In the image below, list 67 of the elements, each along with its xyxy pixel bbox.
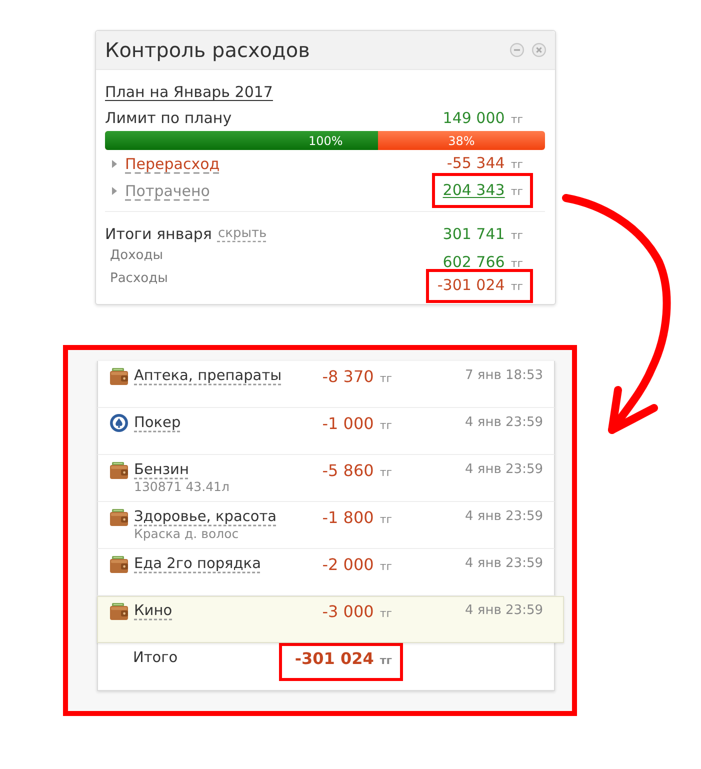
breakdown-label: Доходы xyxy=(110,247,164,265)
note-text: Краска д. волос xyxy=(134,526,239,542)
category-link[interactable]: Аптека, препараты xyxy=(134,367,282,385)
minimize-icon[interactable] xyxy=(510,43,524,57)
wallet-icon xyxy=(110,367,128,385)
total-label: Итого xyxy=(133,649,179,667)
amount-text: -301 024 xyxy=(294,649,374,668)
widget-title: Контроль расходов xyxy=(105,38,311,62)
date-text: 4 янв 23:59 xyxy=(464,555,543,573)
amount-text: -8 370 xyxy=(322,367,374,386)
amount-link[interactable]: 204 343 xyxy=(442,181,505,199)
amount-text: -301 024 xyxy=(437,276,505,294)
currency-text: тг xyxy=(510,112,523,126)
detail-link[interactable]: Перерасход xyxy=(125,154,220,172)
wallet-icon xyxy=(110,602,128,620)
date-text: 4 янв 23:59 xyxy=(464,461,543,479)
amount-text: -2 000 xyxy=(322,555,374,574)
currency-text: тг xyxy=(380,560,392,573)
category-link[interactable]: Покер xyxy=(134,414,181,432)
percent-label: 38% xyxy=(448,134,475,148)
caret-icon[interactable] xyxy=(112,160,117,168)
transaction-row[interactable]: Покер -1 000 тг 4 янв 23:59 xyxy=(97,408,555,455)
currency-text: тг xyxy=(380,419,392,432)
detail-link[interactable]: Потрачено xyxy=(125,182,210,200)
transaction-row[interactable]: Кино -3 000 тг 4 янв 23:59 xyxy=(97,596,564,643)
date-text: 7 янв 18:53 xyxy=(464,367,543,385)
amount-text: -1 800 xyxy=(322,508,374,527)
amount-text: -3 000 xyxy=(322,602,374,621)
currency-text: тг xyxy=(380,513,392,526)
amount-text: -1 000 xyxy=(322,414,374,433)
category-link[interactable]: Бензин xyxy=(134,461,189,479)
limit-label: Лимит по плану xyxy=(105,109,232,127)
currency-text: тг xyxy=(380,466,392,479)
transaction-row[interactable]: Аптека, препараты -8 370 тг 7 янв 18:53 xyxy=(97,361,555,408)
percent-label: 100% xyxy=(308,134,343,148)
totals-label: Итоги января xyxy=(105,225,212,243)
category-link[interactable]: Еда 2го порядка xyxy=(134,555,261,573)
breakdown-label: Расходы xyxy=(110,270,168,288)
spade-icon xyxy=(110,414,128,432)
amount-text: 301 741 xyxy=(442,224,505,242)
category-link[interactable]: Кино xyxy=(134,602,172,620)
note-text: 130871 43.41л xyxy=(134,479,230,495)
currency-text: тг xyxy=(510,158,523,171)
currency-text: тг xyxy=(510,185,523,198)
date-text: 4 янв 23:59 xyxy=(464,414,543,432)
wallet-icon xyxy=(110,508,128,526)
date-text: 4 янв 23:59 xyxy=(464,508,543,526)
plan-link[interactable]: План на Январь 2017 xyxy=(105,82,273,102)
amount-text: -55 344 xyxy=(446,154,505,172)
currency-text: тг xyxy=(380,654,392,667)
amount-text: -5 860 xyxy=(322,461,374,480)
currency-text: тг xyxy=(380,372,392,385)
amount-text: 602 766 xyxy=(442,253,505,271)
close-icon[interactable] xyxy=(532,43,546,57)
transaction-row[interactable]: Бензин 130871 43.41л -5 860 тг 4 янв 23:59 xyxy=(97,455,555,502)
wallet-icon xyxy=(110,461,128,479)
transaction-row[interactable]: Здоровье, красота Краска д. волос -1 800 тг 4 янв 23:59 xyxy=(97,502,555,549)
wallet-icon xyxy=(110,555,128,573)
caret-icon[interactable] xyxy=(112,186,117,194)
currency-text: тг xyxy=(510,280,523,293)
category-link[interactable]: Здоровье, красота xyxy=(134,508,277,526)
currency-text: тг xyxy=(510,257,523,270)
currency-text: тг xyxy=(510,228,523,242)
date-text: 4 янв 23:59 xyxy=(464,602,543,620)
amount-text: 149 000 xyxy=(442,108,505,126)
currency-text: тг xyxy=(380,607,392,620)
hide-link[interactable]: скрыть xyxy=(218,225,267,243)
